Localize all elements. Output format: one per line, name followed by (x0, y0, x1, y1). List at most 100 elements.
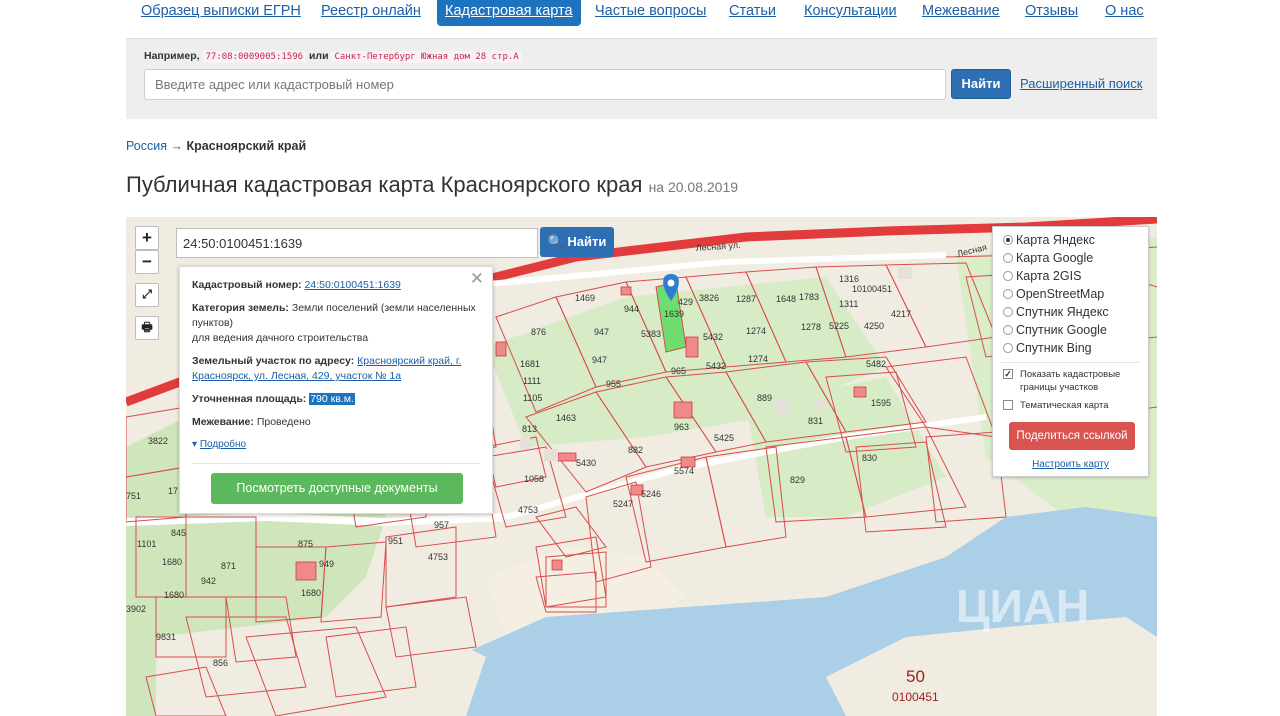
parcel-number-label: 942 (201, 576, 216, 586)
parcel-number-label: 9831 (156, 632, 176, 642)
big-number-label: 50 (906, 667, 925, 686)
zoom-out-button[interactable]: − (135, 250, 159, 274)
example-prefix: Например, (144, 50, 200, 62)
parcel-number-label: 3822 (148, 436, 168, 446)
share-link-button[interactable]: Поделиться ссылкой (1009, 422, 1135, 450)
parcel-number-label: 5432 (703, 332, 723, 342)
area-value: 790 кв.м. (309, 393, 355, 405)
view-documents-button[interactable]: Посмотреть доступные документы (211, 473, 463, 504)
parcel-number-label: 957 (434, 520, 449, 530)
radio-icon[interactable] (1003, 289, 1013, 299)
parcel-number-label: 5247 (613, 499, 633, 509)
cadastral-map[interactable]: Лесная ул. Лесная 10100451 50 0100451 ЦИ… (126, 217, 1157, 716)
nav-registry-online[interactable]: Реестр онлайн (321, 0, 421, 26)
parcel-number-label: 1287 (736, 294, 756, 304)
parcel-number-label: 871 (221, 561, 236, 571)
parcel-number-label: 4250 (864, 321, 884, 331)
radio-icon[interactable] (1003, 253, 1013, 263)
parcel-number-label: 3902 (126, 604, 146, 614)
quarter-label: 10100451 (852, 284, 892, 294)
example-number: 77:08:0009005:1596 (202, 51, 307, 63)
breadcrumb-current: Красноярский край (186, 139, 307, 153)
layer-openstreetmap[interactable]: OpenStreetMap (1003, 287, 1104, 305)
parcel-number-label: 4217 (891, 309, 911, 319)
zoom-in-button[interactable]: + (135, 226, 159, 250)
map-search-input[interactable] (176, 228, 538, 258)
layer-yandex-satellite[interactable]: Спутник Яндекс (1003, 305, 1109, 323)
parcel-number-label: 965 (671, 366, 686, 376)
layer-bing-satellite[interactable]: Спутник Bing (1003, 341, 1092, 359)
map-search-button[interactable]: 🔍 Найти (540, 227, 614, 257)
parcel-number-label: 1311 (839, 299, 858, 309)
search-button[interactable]: Найти (951, 69, 1011, 99)
setup-map-link[interactable]: Настроить карту (993, 459, 1148, 470)
parcel-number-label: 5425 (714, 433, 734, 443)
layer-label: Спутник Яндекс (1016, 305, 1109, 319)
parcel-number-label: 1111 (523, 376, 541, 386)
more-link[interactable]: Подробно (200, 439, 246, 450)
cian-watermark: ЦИАН (956, 580, 1089, 632)
layer-label: Карта 2GIS (1016, 269, 1082, 283)
nav-surveying[interactable]: Межевание (922, 0, 1000, 26)
parcel-number-label: 1595 (871, 398, 891, 408)
parcel-number-label: 1680 (164, 590, 184, 600)
layer-2gis-map[interactable]: Карта 2GIS (1003, 269, 1081, 287)
show-borders-option[interactable]: ✓ Показать кадастровые границы участков (1003, 368, 1138, 394)
nav-consultations[interactable]: Консультации (804, 0, 897, 26)
parcel-info-popup: ✕ Кадастровый номер: 24:50:0100451:1639 … (179, 266, 493, 514)
thematic-label: Тематическая карта (1020, 400, 1109, 411)
breadcrumb-russia[interactable]: Россия (126, 139, 167, 153)
radio-icon[interactable] (1003, 343, 1013, 353)
radio-icon[interactable] (1003, 307, 1013, 317)
parcel-number-label: 1463 (556, 413, 576, 423)
checkbox-icon[interactable] (1003, 400, 1013, 410)
thematic-map-option[interactable]: Тематическая карта (1003, 399, 1108, 412)
parcel-number-label: 1681 (520, 359, 540, 369)
nav-reviews[interactable]: Отзывы (1025, 0, 1078, 26)
radio-selected-icon[interactable] (1003, 235, 1013, 245)
parcel-number-label: 5482 (866, 359, 886, 369)
nav-articles[interactable]: Статьи (729, 0, 776, 26)
advanced-search-link[interactable]: Расширенный поиск (1020, 76, 1142, 91)
nav-egrn-sample[interactable]: Образец выписки ЕГРН (141, 0, 301, 26)
cad-number-label: Кадастровый номер: (192, 279, 302, 291)
cad-number-link[interactable]: 24:50:0100451:1639 (305, 279, 401, 291)
parcel-number-label: 949 (319, 559, 334, 569)
parcel-number-label: 1316 (839, 274, 859, 284)
nav-about[interactable]: О нас (1105, 0, 1144, 26)
nav-faq[interactable]: Частые вопросы (595, 0, 706, 26)
big-quarter-label: 0100451 (892, 690, 939, 704)
parcel-number-label: 4753 (518, 505, 538, 515)
survey-value: Проведено (256, 416, 311, 428)
layer-google-satellite[interactable]: Спутник Google (1003, 323, 1107, 341)
parcel-number-label: 882 (628, 445, 643, 455)
parcel-number-label: 947 (592, 355, 607, 365)
survey-row: Межевание: Проведено (192, 415, 482, 430)
parcel-number-label: 17 (168, 486, 178, 496)
parcel-number-label: 5574 (674, 466, 694, 476)
example-or: или (308, 50, 329, 62)
layer-google-map[interactable]: Карта Google (1003, 251, 1093, 269)
parcel-number-label: 951 (388, 536, 403, 546)
layer-yandex-map[interactable]: Карта Яндекс (1003, 233, 1095, 251)
radio-icon[interactable] (1003, 271, 1013, 281)
parcel-number-label: 5383 (641, 329, 661, 339)
print-icon[interactable]: 🖶 (135, 316, 159, 340)
parcel-number-label: 1101 (137, 539, 156, 549)
checkbox-checked-icon[interactable]: ✓ (1003, 369, 1013, 379)
parcel-number-label: 889 (757, 393, 772, 403)
parcel-number-label: 856 (213, 658, 228, 668)
layer-label: Карта Google (1016, 251, 1094, 265)
map-search-button-label: Найти (567, 234, 607, 249)
page-title: Публичная кадастровая карта Красноярског… (126, 172, 738, 198)
parcel-number-label: 1469 (575, 293, 595, 303)
nav-cadastral-map[interactable]: Кадастровая карта (437, 0, 581, 26)
page-title-date: на 20.08.2019 (648, 179, 739, 195)
address-label: Земельный участок по адресу: (192, 355, 355, 367)
breadcrumb: Россия → Красноярский край (126, 139, 306, 153)
layer-label: Карта Яндекс (1016, 233, 1095, 247)
fullscreen-icon[interactable]: ⤢ (135, 283, 159, 307)
radio-icon[interactable] (1003, 325, 1013, 335)
parcel-number-label: 845 (171, 528, 186, 538)
address-search-input[interactable] (144, 69, 946, 100)
